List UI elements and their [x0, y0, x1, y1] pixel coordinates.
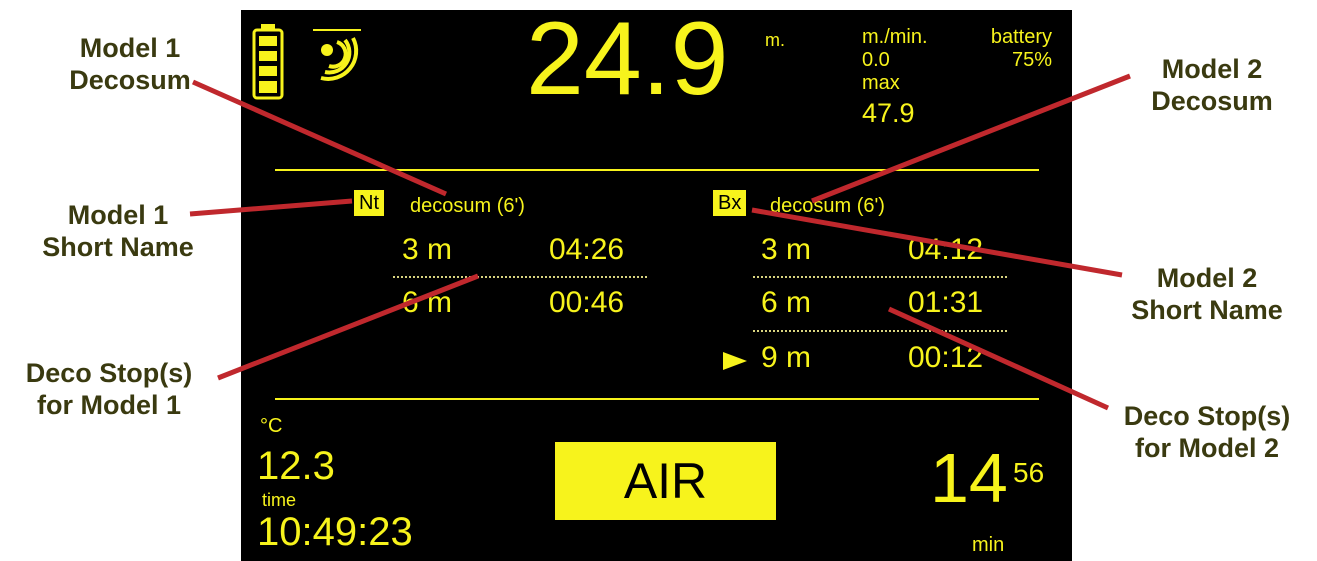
annotation-model2-stops: Deco Stop(s) for Model 2	[1123, 401, 1291, 463]
model1-decosum-pointer	[191, 79, 448, 197]
model1-stops-pointer	[217, 273, 479, 381]
model1-short-name-pointer	[189, 198, 353, 217]
annotation-model2-decosum: Model 2 Decosum	[1151, 54, 1273, 116]
annotation-model2-short-name: Model 2 Short Name	[1131, 263, 1283, 325]
annotation-model1-stops: Deco Stop(s) for Model 1	[25, 358, 193, 420]
model2-short-name-pointer	[751, 207, 1123, 278]
model2-stops-pointer	[887, 306, 1110, 411]
annotation-model1-decosum: Model 1 Decosum	[69, 33, 191, 95]
model2-decosum-pointer	[811, 73, 1131, 204]
annotation-model1-short-name: Model 1 Short Name	[42, 200, 194, 262]
